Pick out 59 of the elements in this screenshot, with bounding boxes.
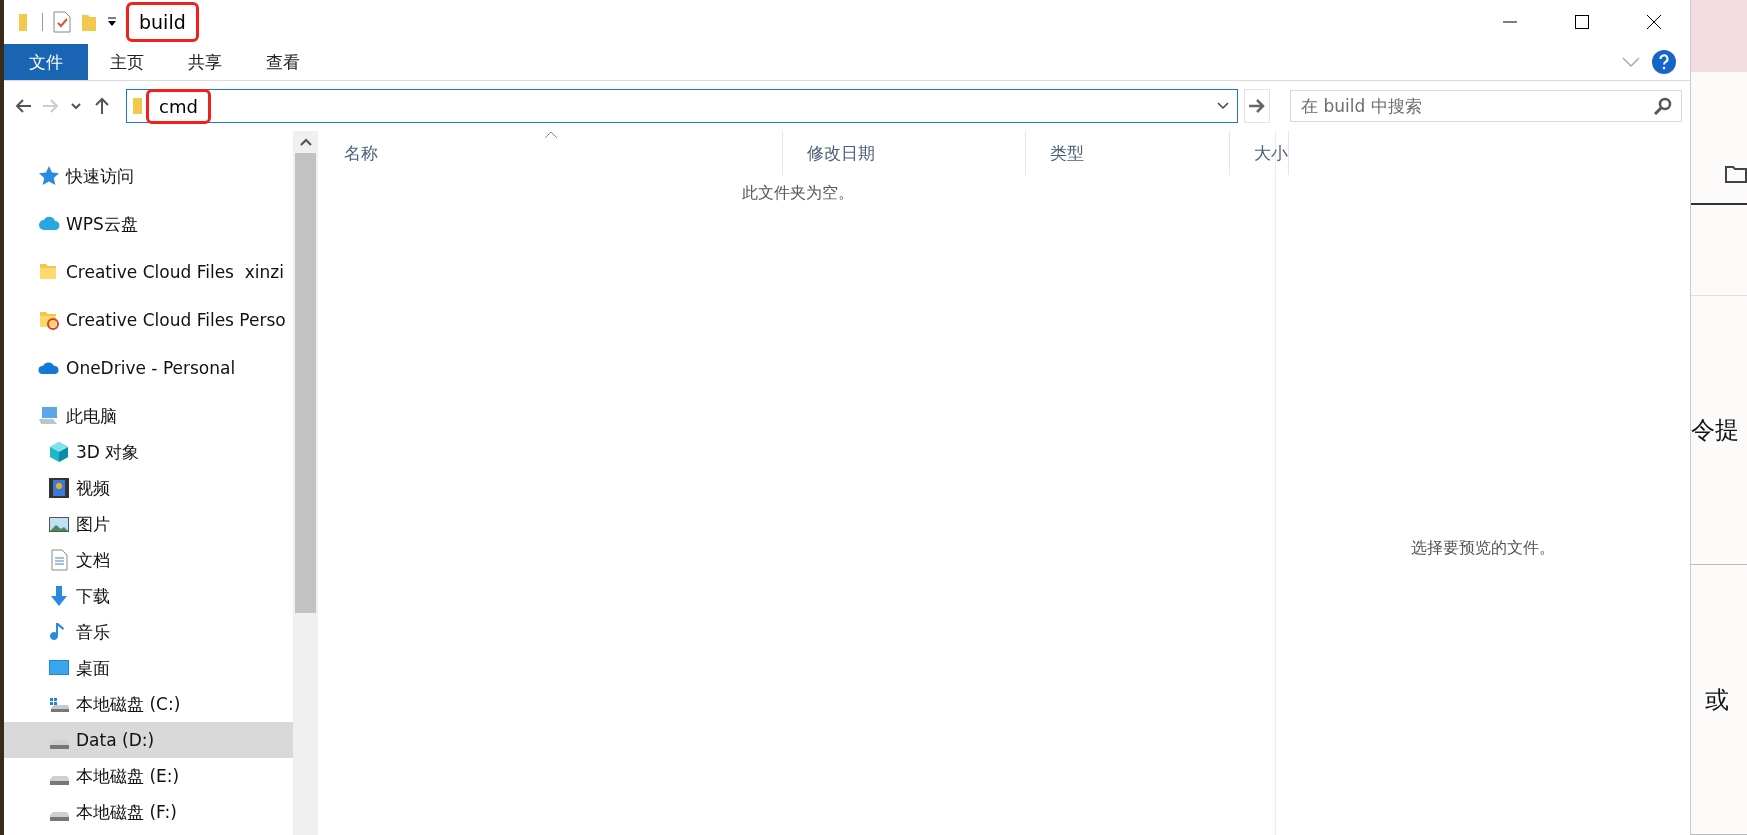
ribbon-tab[interactable]: 共享: [166, 44, 244, 80]
navigation-item[interactable]: 桌面: [4, 650, 293, 686]
navigation-item[interactable]: 视频: [4, 470, 293, 506]
computer-icon: [38, 405, 60, 427]
navigation-item[interactable]: 本地磁盘 (C:): [4, 686, 293, 722]
navigation-item[interactable]: 音乐: [4, 614, 293, 650]
navigation-item[interactable]: 此电脑: [4, 398, 293, 434]
navigation-item[interactable]: WPS云盘: [4, 206, 293, 242]
navigation-item[interactable]: Data (D:): [4, 722, 293, 758]
column-header[interactable]: 名称: [320, 131, 783, 175]
column-header[interactable]: 类型: [1026, 131, 1230, 175]
scrollbar[interactable]: [293, 131, 318, 835]
close-icon[interactable]: [1646, 14, 1662, 30]
arrow-right-icon: [1248, 99, 1266, 113]
column-header[interactable]: 大小: [1230, 131, 1289, 175]
scrollbar-thumb[interactable]: [295, 153, 316, 613]
drive-icon: [50, 811, 69, 821]
document-icon: [48, 549, 70, 571]
scroll-up-icon[interactable]: [299, 138, 312, 146]
file-menu-button[interactable]: 文件: [4, 44, 88, 80]
folder-icon: [38, 309, 60, 331]
navigation-item[interactable]: 下载: [4, 578, 293, 614]
column-header[interactable]: 修改日期: [783, 131, 1026, 175]
preview-message: 选择要预览的文件。: [1411, 537, 1555, 559]
navigation-item[interactable]: 本地磁盘 (F:): [4, 794, 293, 830]
go-button[interactable]: [1244, 89, 1270, 123]
film-icon: [48, 477, 70, 499]
empty-folder-message: 此文件夹为空。: [740, 183, 855, 204]
address-path: cmd: [149, 91, 208, 121]
cube-icon: [48, 441, 70, 463]
navigation-item[interactable]: 图片: [4, 506, 293, 542]
navigation-item[interactable]: 本地磁盘 (E:): [4, 758, 293, 794]
search-icon[interactable]: [1654, 97, 1672, 115]
navigation-item[interactable]: 3D 对象: [4, 434, 293, 470]
arrow-down-icon: [48, 585, 70, 607]
drive-icon: [50, 739, 69, 749]
ribbon-tab[interactable]: 查看: [244, 44, 322, 80]
background-text: 或: [1705, 684, 1729, 716]
address-field[interactable]: cmd: [126, 89, 1238, 123]
properties-icon[interactable]: [53, 11, 71, 33]
maximize-icon[interactable]: [1574, 14, 1590, 30]
background-text: 令提: [1691, 415, 1739, 446]
navigation-item[interactable]: OneDrive - Personal: [4, 350, 293, 386]
dropdown-icon[interactable]: [1217, 102, 1229, 110]
window-title: build: [129, 5, 196, 39]
navigation-item[interactable]: Creative Cloud Files Perso: [4, 302, 293, 338]
navigation-item[interactable]: 快速访问: [4, 158, 293, 194]
folder-icon: [133, 97, 143, 115]
drive-icon: [50, 775, 69, 785]
search-field[interactable]: 在 build 中搜索: [1290, 90, 1682, 122]
header-bar: [1691, 0, 1747, 72]
dropdown-icon[interactable]: [107, 17, 117, 27]
sort-icon: [544, 131, 558, 139]
navigation-item[interactable]: 文档: [4, 542, 293, 578]
navigation-item[interactable]: Creative Cloud Files xinzi: [4, 254, 293, 290]
folder-icon[interactable]: [1725, 165, 1747, 184]
star-icon: [38, 165, 60, 187]
help-icon[interactable]: [1652, 50, 1676, 74]
ribbon-tab[interactable]: 主页: [88, 44, 166, 80]
